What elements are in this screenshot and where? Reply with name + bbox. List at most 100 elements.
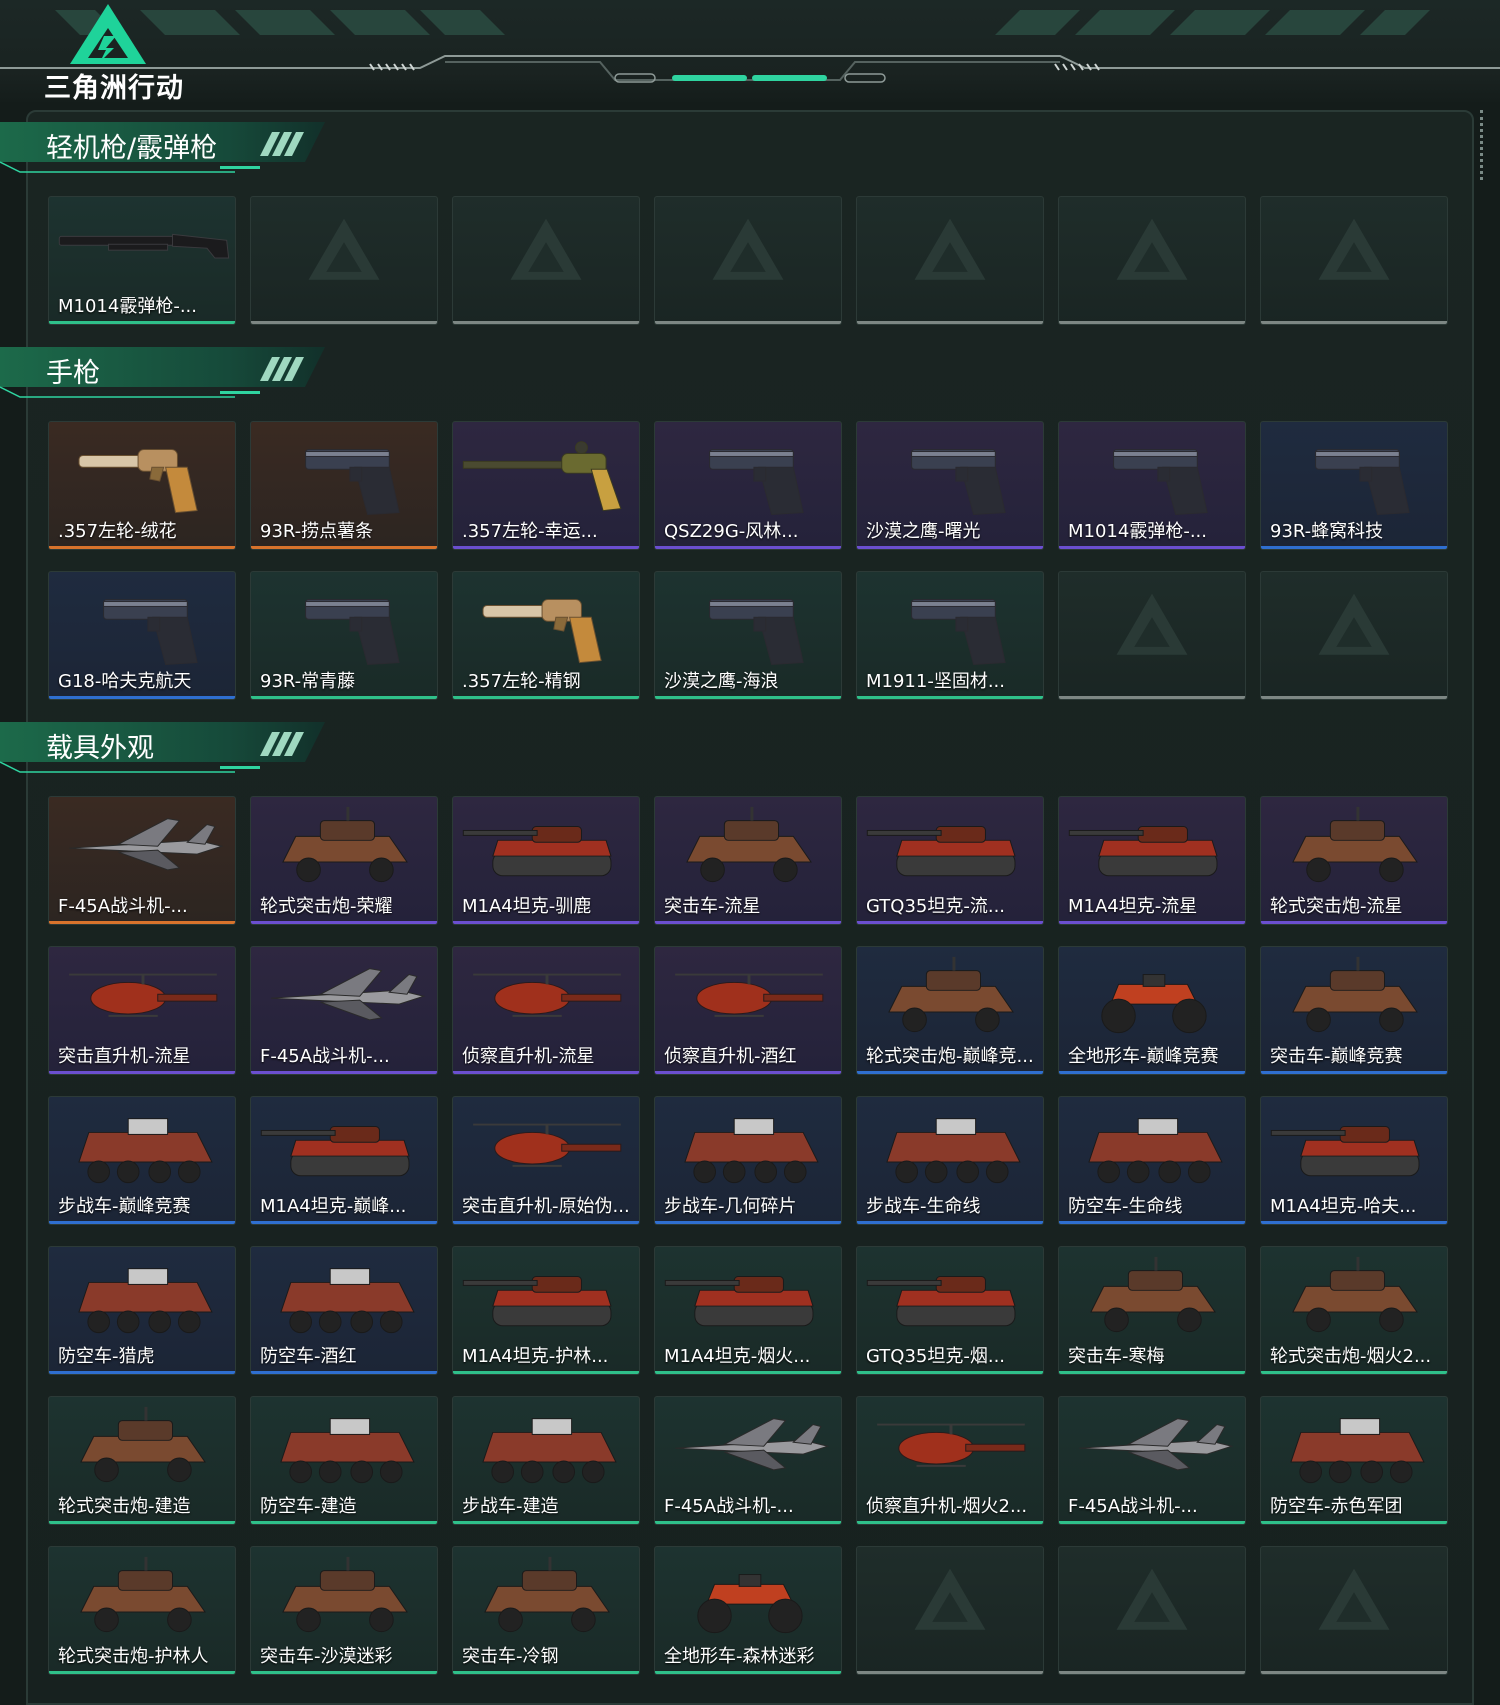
- skin-card-label: 突击车-冷钢: [462, 1646, 559, 1667]
- skin-card-label: 突击车-寒梅: [1068, 1346, 1165, 1367]
- section-header: 轻机枪/霰弹枪: [0, 118, 330, 174]
- rarity-bar: [251, 321, 437, 324]
- placeholder-logo-icon: [1318, 593, 1390, 655]
- empty-slot: [1058, 196, 1246, 325]
- skin-card[interactable]: 全地形车-森林迷彩: [654, 1546, 842, 1675]
- skin-card[interactable]: 步战车-建造: [452, 1396, 640, 1525]
- scrollbar-handle[interactable]: [1480, 110, 1486, 180]
- skin-card[interactable]: 93R-蜂窝科技: [1260, 421, 1448, 550]
- placeholder-logo-icon: [1116, 1568, 1188, 1630]
- placeholder-logo-icon: [712, 218, 784, 280]
- skin-card[interactable]: M1A4坦克-巅峰...: [250, 1096, 438, 1225]
- skin-card[interactable]: 突击车-巅峰竞赛: [1260, 946, 1448, 1075]
- skin-card[interactable]: 防空车-猎虎: [48, 1246, 236, 1375]
- skin-card[interactable]: 轮式突击炮-烟火2...: [1260, 1246, 1448, 1375]
- skin-card[interactable]: 轮式突击炮-巅峰竞...: [856, 946, 1044, 1075]
- skin-card[interactable]: 轮式突击炮-流星: [1260, 796, 1448, 925]
- skin-card-label: QSZ29G-风林...: [664, 521, 799, 542]
- skin-card[interactable]: 步战车-生命线: [856, 1096, 1044, 1225]
- rarity-bar: [1261, 1671, 1447, 1674]
- header-decoration: [0, 4, 1500, 83]
- skin-card[interactable]: 步战车-几何碎片: [654, 1096, 842, 1225]
- placeholder-logo-icon: [1116, 593, 1188, 655]
- skin-card[interactable]: 轮式突击炮-荣耀: [250, 796, 438, 925]
- rarity-bar: [453, 1521, 639, 1524]
- skin-card[interactable]: 沙漠之鹰-海浪: [654, 571, 842, 700]
- rarity-bar: [857, 921, 1043, 924]
- placeholder-logo-icon: [914, 218, 986, 280]
- skin-card[interactable]: 轮式突击炮-建造: [48, 1396, 236, 1525]
- skin-card[interactable]: 防空车-酒红: [250, 1246, 438, 1375]
- skin-card-label: M1A4坦克-烟火...: [664, 1346, 811, 1367]
- skin-card-label: F-45A战斗机-...: [58, 896, 188, 917]
- rarity-bar: [1059, 546, 1245, 549]
- rarity-bar: [453, 321, 639, 324]
- rarity-bar: [49, 921, 235, 924]
- rarity-bar: [857, 1671, 1043, 1674]
- empty-slot: [654, 196, 842, 325]
- skin-card[interactable]: 突击车-沙漠迷彩: [250, 1546, 438, 1675]
- skin-card-label: .357左轮-绒花: [58, 521, 177, 542]
- skin-card[interactable]: 侦察直升机-流星: [452, 946, 640, 1075]
- skin-card-label: 沙漠之鹰-海浪: [664, 671, 779, 692]
- rarity-bar: [655, 1071, 841, 1074]
- section-title: 轻机枪/霰弹枪: [46, 133, 218, 164]
- skin-card[interactable]: 93R-捞点薯条: [250, 421, 438, 550]
- skin-card[interactable]: 步战车-巅峰竞赛: [48, 1096, 236, 1225]
- rarity-bar: [655, 1671, 841, 1674]
- rarity-bar: [1261, 1371, 1447, 1374]
- skin-card[interactable]: .357左轮-精钢: [452, 571, 640, 700]
- skin-card[interactable]: M1A4坦克-驯鹿: [452, 796, 640, 925]
- skin-card[interactable]: M1A4坦克-流星: [1058, 796, 1246, 925]
- rarity-bar: [655, 1371, 841, 1374]
- empty-slot: [452, 196, 640, 325]
- skin-card[interactable]: 侦察直升机-烟火2...: [856, 1396, 1044, 1525]
- skin-card[interactable]: 沙漠之鹰-曙光: [856, 421, 1044, 550]
- skin-card-label: 步战车-建造: [462, 1496, 559, 1517]
- rarity-bar: [49, 1371, 235, 1374]
- skin-card[interactable]: F-45A战斗机-...: [48, 796, 236, 925]
- skin-card[interactable]: F-45A战斗机-...: [250, 946, 438, 1075]
- skin-card[interactable]: .357左轮-幸运...: [452, 421, 640, 550]
- skin-card[interactable]: F-45A战斗机-...: [1058, 1396, 1246, 1525]
- skin-card[interactable]: 突击直升机-流星: [48, 946, 236, 1075]
- skin-card[interactable]: 防空车-生命线: [1058, 1096, 1246, 1225]
- skin-card-label: G18-哈夫克航天: [58, 671, 192, 692]
- rarity-bar: [1261, 321, 1447, 324]
- skin-card-label: F-45A战斗机-...: [664, 1496, 794, 1517]
- skin-card[interactable]: 93R-常青藤: [250, 571, 438, 700]
- skin-card[interactable]: M1A4坦克-哈夫...: [1260, 1096, 1448, 1225]
- skin-card[interactable]: 侦察直升机-酒红: [654, 946, 842, 1075]
- top-header: 三角洲行动: [0, 0, 1500, 105]
- rarity-bar: [453, 696, 639, 699]
- rarity-bar: [857, 321, 1043, 324]
- skin-card[interactable]: M1A4坦克-烟火...: [654, 1246, 842, 1375]
- rarity-bar: [453, 1221, 639, 1224]
- skin-card[interactable]: 突击车-冷钢: [452, 1546, 640, 1675]
- skin-card[interactable]: GTQ35坦克-烟...: [856, 1246, 1044, 1375]
- rarity-bar: [1261, 1071, 1447, 1074]
- skin-card[interactable]: M1014霰弹枪-...: [1058, 421, 1246, 550]
- skin-card-label: 突击车-流星: [664, 896, 761, 917]
- rarity-bar: [1059, 921, 1245, 924]
- skin-card[interactable]: M1A4坦克-护林...: [452, 1246, 640, 1375]
- skin-card[interactable]: GTQ35坦克-流...: [856, 796, 1044, 925]
- rarity-bar: [857, 1371, 1043, 1374]
- skin-card[interactable]: G18-哈夫克航天: [48, 571, 236, 700]
- skin-card[interactable]: 轮式突击炮-护林人: [48, 1546, 236, 1675]
- skin-card[interactable]: 突击车-流星: [654, 796, 842, 925]
- skin-card[interactable]: 全地形车-巅峰竞赛: [1058, 946, 1246, 1075]
- skin-card[interactable]: M1014霰弹枪-...: [48, 196, 236, 325]
- skin-card[interactable]: .357左轮-绒花: [48, 421, 236, 550]
- skin-card[interactable]: 突击直升机-原始伪...: [452, 1096, 640, 1225]
- skin-card[interactable]: F-45A战斗机-...: [654, 1396, 842, 1525]
- skin-card[interactable]: 防空车-赤色军团: [1260, 1396, 1448, 1525]
- rarity-bar: [453, 546, 639, 549]
- skin-card[interactable]: M1911-坚固材...: [856, 571, 1044, 700]
- skin-card[interactable]: 突击车-寒梅: [1058, 1246, 1246, 1375]
- skin-card[interactable]: 防空车-建造: [250, 1396, 438, 1525]
- rarity-bar: [49, 1071, 235, 1074]
- empty-slot: [1260, 571, 1448, 700]
- skin-card[interactable]: QSZ29G-风林...: [654, 421, 842, 550]
- skin-card-label: 步战车-几何碎片: [664, 1196, 797, 1217]
